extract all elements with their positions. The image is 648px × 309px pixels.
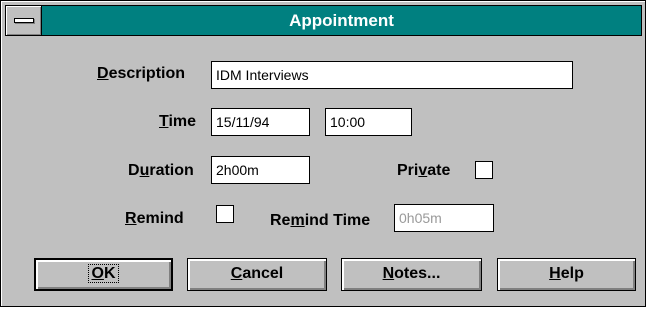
description-label: Description — [97, 65, 186, 82]
remind-checkbox[interactable] — [216, 205, 234, 223]
notes-button[interactable]: Notes... — [341, 258, 482, 291]
duration-label: Duration — [128, 162, 194, 179]
system-menu-button[interactable] — [6, 6, 42, 35]
help-button[interactable]: Help — [497, 258, 636, 291]
cancel-button-label: Cancel — [230, 265, 284, 282]
time-field[interactable]: 10:00 — [325, 108, 412, 136]
remind-time-label: Remind Time — [270, 212, 371, 229]
date-field[interactable]: 15/11/94 — [211, 108, 310, 136]
help-button-label: Help — [549, 265, 584, 282]
ok-button-label: OK — [88, 264, 119, 283]
system-menu-icon — [14, 18, 34, 23]
time-label: Time — [159, 113, 197, 130]
notes-button-label: Notes... — [382, 265, 441, 282]
window-title: Appointment — [289, 11, 394, 30]
private-label: Private — [397, 162, 451, 179]
appointment-dialog: Appointment Description IDM Interviews T… — [0, 0, 646, 307]
remind-time-field[interactable]: 0h05m — [394, 204, 494, 232]
title-bar[interactable]: Appointment — [5, 5, 642, 36]
description-field[interactable]: IDM Interviews — [211, 61, 573, 89]
cancel-button[interactable]: Cancel — [187, 258, 327, 291]
duration-field[interactable]: 2h00m — [211, 156, 310, 184]
private-checkbox[interactable] — [475, 161, 493, 179]
ok-button[interactable]: OK — [34, 258, 173, 291]
remind-label: Remind — [125, 210, 184, 227]
